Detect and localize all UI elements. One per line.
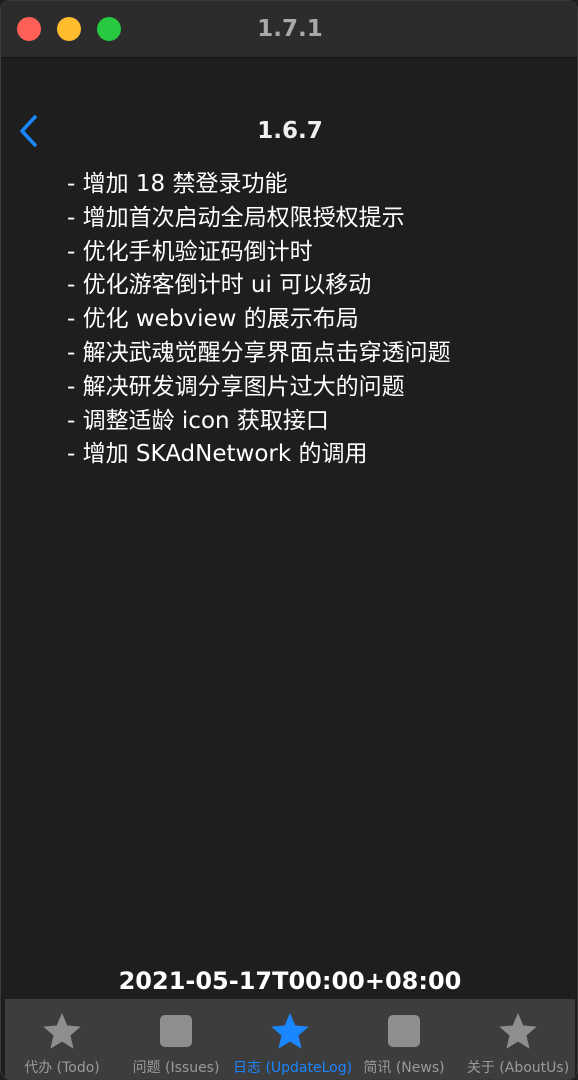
list-item: - 优化 webview 的展示布局: [67, 306, 359, 333]
tab-bar: 代办 (Todo) 问题 (Issues) 日志 (UpdateLog) 简讯 (Ne…: [5, 999, 575, 1079]
window-title: 1.7.1: [257, 16, 323, 42]
tab-issues[interactable]: 问题 (Issues): [119, 999, 233, 1079]
title-bar[interactable]: 1.7.1: [1, 1, 577, 58]
back-button[interactable]: [13, 111, 49, 151]
tab-aboutus[interactable]: 关于 (AboutUs): [461, 999, 575, 1079]
tab-label: 代办 (Todo): [24, 1060, 100, 1076]
list-item: - 调整适龄 icon 获取接口: [67, 407, 329, 434]
list-item: - 增加 18 禁登录功能: [67, 171, 288, 197]
page-title: 1.6.7: [257, 118, 323, 144]
star-icon: [271, 1013, 309, 1049]
list-item: - 优化手机验证码倒计时: [67, 238, 313, 265]
list-item: - 增加首次启动全局权限授权提示: [67, 204, 405, 231]
tab-label: 关于 (AboutUs): [466, 1060, 570, 1076]
list-item: - 解决研发调分享图片过大的问题: [67, 373, 405, 400]
app-window: 1.7.1 1.6.7 - 增加 18 禁登录功能 - 增加首次启动全局权限授权提…: [0, 0, 578, 1080]
chevron-left-icon: [20, 115, 37, 147]
square-icon: [388, 1015, 420, 1047]
list-item: - 优化游客倒计时 ui 可以移动: [67, 272, 372, 299]
tab-label: 简讯 (News): [363, 1060, 445, 1076]
tab-label: 问题 (Issues): [132, 1060, 220, 1076]
square-icon: [160, 1015, 192, 1047]
tab-updatelog[interactable]: 日志 (UpdateLog): [233, 999, 353, 1079]
star-icon: [499, 1013, 537, 1049]
list-item: - 增加 SKAdNetwork 的调用: [67, 441, 368, 468]
star-icon: [43, 1013, 81, 1049]
tab-news[interactable]: 简讯 (News): [347, 999, 461, 1079]
tab-todo[interactable]: 代办 (Todo): [5, 999, 119, 1079]
tab-label: 日志 (UpdateLog): [233, 1060, 353, 1076]
release-date: 2021-05-17T00:00+08:00: [118, 967, 462, 995]
list-item: - 解决武魂觉醒分享界面点击穿透问题: [67, 339, 451, 366]
navigation-bar: 1.6.7: [1, 101, 577, 161]
changelog-list: - 增加 18 禁登录功能 - 增加首次启动全局权限授权提示 - 优化手机验证码倒计…: [67, 168, 451, 472]
